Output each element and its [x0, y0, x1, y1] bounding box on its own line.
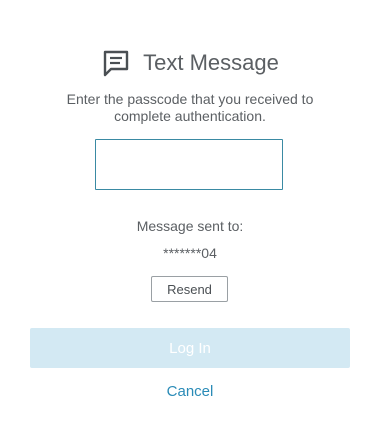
login-button[interactable]: Log In	[30, 328, 350, 368]
message-sent-label: Message sent to:	[136, 218, 244, 234]
resend-button[interactable]: Resend	[151, 276, 228, 302]
cancel-link[interactable]: Cancel	[0, 383, 380, 400]
passcode-input[interactable]	[95, 139, 283, 190]
authentication-page: Text Message Enter the passcode that you…	[0, 0, 380, 430]
masked-phone-number: *******04	[163, 245, 217, 261]
page-title: Text Message	[143, 50, 279, 75]
instruction-text: Enter the passcode that you received to …	[66, 91, 314, 124]
header: Text Message	[0, 48, 380, 78]
message-icon	[101, 48, 131, 78]
